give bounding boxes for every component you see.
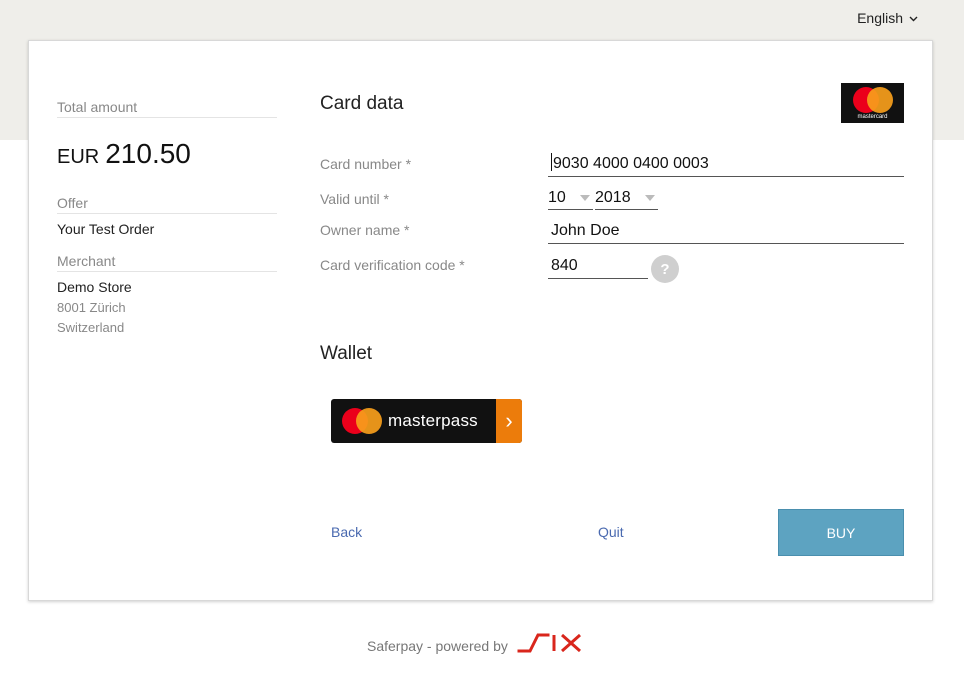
owner-name-input[interactable]: John Doe (548, 220, 904, 244)
card-number-value: 9030 4000 0400 0003 (553, 155, 709, 172)
chevron-down-icon (909, 14, 918, 25)
cvc-input[interactable]: 840 (548, 255, 648, 279)
total-amount: EUR 210.50 (57, 138, 277, 170)
card-number-label: Card number * (320, 156, 412, 172)
back-link[interactable]: Back (331, 524, 362, 540)
owner-name-label: Owner name * (320, 222, 410, 238)
mastercard-logo: mastercard (841, 83, 904, 123)
footer-text: Saferpay - powered by (367, 637, 508, 654)
offer-label: Offer (57, 195, 277, 214)
buy-button[interactable]: BUY (778, 509, 904, 556)
currency: EUR (57, 146, 100, 168)
quit-link[interactable]: Quit (598, 524, 624, 540)
order-summary: Total amount EUR 210.50 Offer Your Test … (57, 99, 277, 335)
masterpass-button[interactable]: masterpass › (331, 399, 522, 443)
wallet-title: Wallet (320, 343, 373, 364)
mastercard-logo-text: mastercard (857, 113, 888, 120)
merchant-name: Demo Store (57, 279, 132, 295)
language-label: English (857, 10, 903, 26)
expiry-month-select[interactable]: 10 (548, 186, 593, 210)
payment-card-panel: Total amount EUR 210.50 Offer Your Test … (28, 40, 933, 601)
cvc-label: Card verification code * (320, 257, 465, 273)
mastercard-circles-icon (851, 86, 895, 113)
card-number-input[interactable]: 9030 4000 0400 0003 (548, 153, 904, 177)
merchant-label: Merchant (57, 253, 277, 272)
offer-value: Your Test Order (57, 221, 155, 237)
language-selector[interactable]: English (857, 10, 918, 26)
dropdown-arrow-icon (580, 194, 590, 201)
expiry-year-select[interactable]: 2018 (595, 186, 658, 210)
text-cursor (551, 153, 552, 171)
masterpass-label: masterpass (388, 411, 478, 430)
chevron-right-icon: › (496, 399, 522, 443)
six-logo (516, 632, 586, 659)
merchant-country: Switzerland (57, 320, 125, 335)
total-amount-label: Total amount (57, 99, 277, 118)
amount-value: 210.50 (105, 138, 191, 169)
card-data-title: Card data (320, 93, 404, 114)
help-icon[interactable]: ? (651, 255, 679, 283)
mastercard-circles-icon (340, 408, 384, 434)
merchant-city: 8001 Zürich (57, 300, 126, 315)
footer: Saferpay - powered by (367, 632, 586, 659)
valid-until-label: Valid until * (320, 191, 390, 207)
dropdown-arrow-icon (645, 194, 655, 201)
expiry-year-value: 2018 (595, 188, 631, 206)
expiry-month-value: 10 (548, 188, 566, 206)
